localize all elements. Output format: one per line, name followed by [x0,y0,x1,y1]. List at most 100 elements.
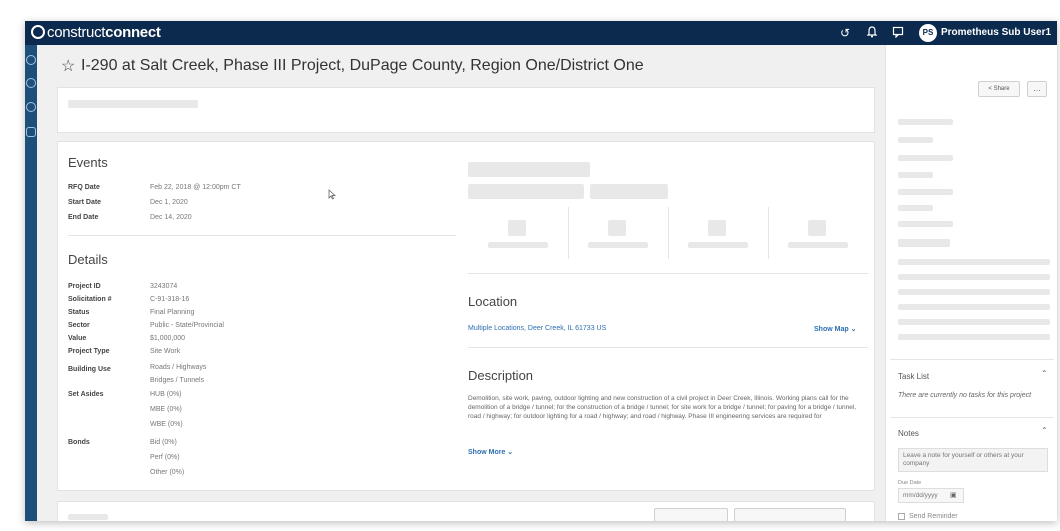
loading-placeholder [898,221,953,227]
constructconnect-logo[interactable]: constructconnect [31,24,161,41]
location-address-link[interactable]: Multiple Locations, Deer Creek, IL 61733… [468,325,606,332]
solicitation-value: C-91-318-16 [150,296,190,303]
bond-value: Perf (0%) [150,454,180,461]
loading-placeholder [488,242,548,248]
search-icon[interactable] [26,78,36,88]
set-aside-value: HUB (0%) [150,391,182,398]
loading-placeholder [898,137,933,143]
bell-icon[interactable] [865,26,879,40]
user-avatar[interactable]: PS [919,24,937,42]
bond-value: Bid (0%) [150,439,177,446]
send-reminder-label: Send Reminder [909,513,958,520]
app-window: constructconnect ↺ PS Prometheus Sub Use… [25,21,1057,521]
divider [68,235,456,236]
value-value: $1,000,000 [150,335,186,342]
status-value: Final Planning [150,309,195,316]
event-value: Dec 14, 2020 [150,214,192,221]
events-heading: Events [68,155,108,170]
top-bar: constructconnect ↺ PS Prometheus Sub Use… [25,21,1057,45]
loading-placeholder [68,514,108,520]
divider [890,359,1054,360]
chevron-up-icon[interactable]: ⌃ [1041,426,1048,435]
summary-card-loading [57,87,875,133]
sector-label: Sector [68,322,90,329]
loading-placeholder [898,205,933,211]
bottom-card [57,501,875,521]
share-button[interactable]: < Share [978,81,1020,97]
bottom-card-button[interactable] [654,508,728,521]
set-aside-value: MBE (0%) [150,406,182,413]
project-header: ☆ I-290 at Salt Creek, Phase III Project… [37,45,885,81]
project-type-label: Project Type [68,348,110,355]
building-use-value: Roads / Highways [150,364,207,371]
show-more-link[interactable]: Show More ⌄ [468,448,513,456]
set-aside-value: WBE (0%) [150,421,183,428]
send-reminder-checkbox[interactable] [898,513,905,520]
loading-placeholder [588,242,648,248]
divider [568,207,569,259]
loading-placeholder [468,184,584,199]
set-asides-label: Set Asides [68,391,104,398]
divider [890,417,1054,418]
building-use-value: Bridges / Tunnels [150,377,205,384]
loading-placeholder [898,172,933,178]
divider [468,273,868,274]
loading-placeholder [898,239,950,247]
location-heading: Location [468,294,518,309]
building-use-label: Building Use [68,366,111,373]
chevron-up-icon[interactable]: ⌃ [1041,369,1048,378]
status-label: Status [68,309,90,316]
event-row: End Date [68,214,99,221]
notes-heading: Notes [898,429,919,438]
project-id-label: Project ID [68,283,101,290]
share-icon: < [988,86,992,92]
sector-value: Public - State/Provincial [150,322,224,329]
due-date-label: Due Date [898,480,922,486]
divider [668,207,669,259]
loading-placeholder [708,220,726,236]
solicitation-label: Solicitation # [68,296,112,303]
star-icon[interactable]: ☆ [61,56,75,76]
more-options-button[interactable]: … [1027,81,1047,97]
loading-placeholder [898,319,1050,325]
history-icon[interactable]: ↺ [838,26,852,40]
cursor-icon [328,189,336,200]
task-list-heading: Task List [898,372,930,381]
loading-placeholder [898,304,1050,310]
project-detail-card: Events RFQ Date Feb 22, 2018 @ 12:00pm C… [57,141,875,491]
loading-placeholder [608,220,626,236]
loading-placeholder [590,184,668,199]
page-title: I-290 at Salt Creek, Phase III Project, … [81,57,644,74]
loading-placeholder [898,334,1050,340]
divider [468,347,868,348]
calendar-icon[interactable]: ▣ [950,491,957,499]
chevron-down-icon: ⌄ [507,449,514,456]
left-nav [25,45,37,521]
loading-placeholder [898,155,953,161]
loading-placeholder [68,100,198,108]
chevron-down-icon: ⌄ [850,326,857,333]
notes-textarea[interactable] [898,448,1048,472]
event-row: RFQ Date [68,184,100,191]
bottom-card-button[interactable] [734,508,846,521]
loading-placeholder [898,259,1050,265]
event-value: Feb 22, 2018 @ 12:00pm CT [150,184,241,191]
event-value: Dec 1, 2020 [150,199,188,206]
loading-placeholder [508,220,526,236]
divider [768,207,769,259]
handshake-icon[interactable] [26,102,36,112]
shield-icon[interactable] [26,127,36,137]
dashboard-icon[interactable] [26,55,36,65]
details-heading: Details [68,252,108,267]
project-id-value: 3243074 [150,283,178,290]
logo-mark-icon [31,25,45,39]
user-name[interactable]: Prometheus Sub User1 [941,27,1051,38]
right-sidebar: < Share … Task List ⌃ There are currentl… [885,45,1057,521]
loading-placeholder [898,289,1050,295]
project-type-value: Site Work [150,348,181,355]
show-map-link[interactable]: Show Map ⌄ [814,325,856,333]
text-fade [468,418,868,430]
main-content: ☆ I-290 at Salt Creek, Phase III Project… [37,45,885,521]
chat-icon[interactable] [891,26,905,40]
loading-placeholder [788,242,848,248]
